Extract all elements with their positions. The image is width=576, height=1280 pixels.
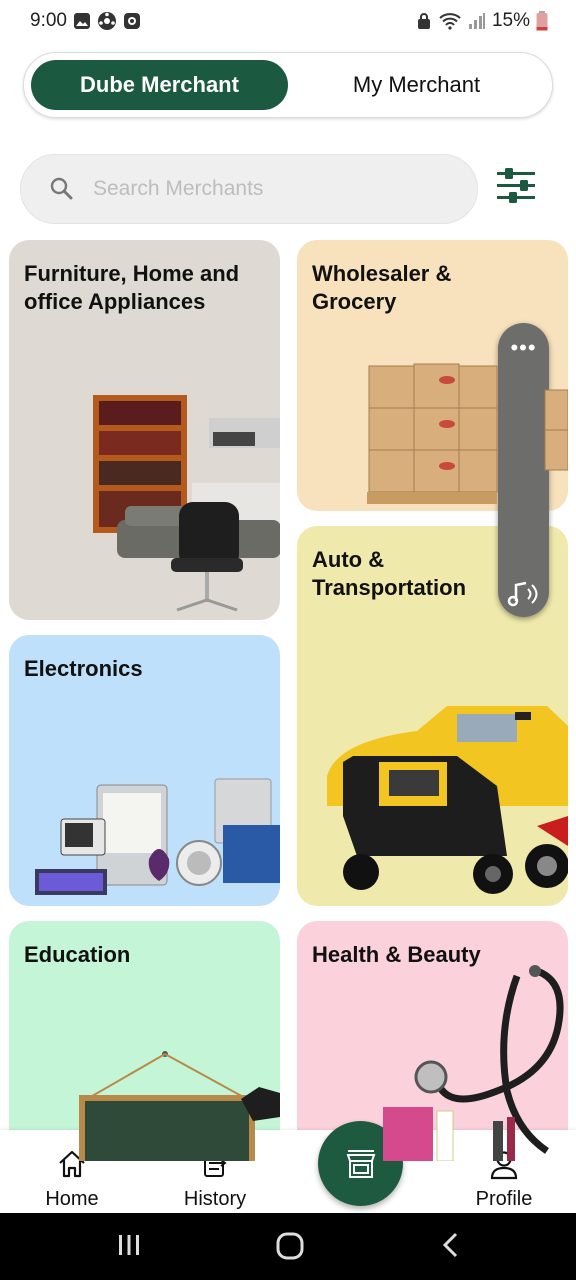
recent-apps-icon[interactable]	[115, 1231, 143, 1259]
wifi-icon	[438, 12, 462, 30]
nav-profile-label: Profile	[475, 1188, 533, 1210]
status-time: 9:00	[30, 10, 67, 31]
signal-icon	[468, 12, 486, 30]
category-card-health[interactable]: Health & Beauty	[297, 921, 568, 1161]
back-icon[interactable]	[438, 1231, 464, 1259]
app-screen: 9:00 15% Dube Merchant My Merchant Searc…	[0, 0, 576, 1280]
home-system-icon[interactable]	[275, 1231, 305, 1261]
category-label: Education	[24, 942, 131, 967]
camera-notification-icon	[123, 12, 141, 30]
nav-home-label: Home	[45, 1188, 99, 1210]
category-label: Electronics	[24, 656, 143, 681]
gallery-notification-icon	[73, 12, 91, 30]
category-label: Furniture, Home and office Appliances	[24, 261, 240, 314]
status-bar: 9:00 15%	[0, 0, 576, 42]
dube-merchant-tab[interactable]: Dube Merchant	[31, 60, 288, 110]
category-card-wholesaler[interactable]: Wholesaler & Grocery	[297, 240, 568, 511]
nav-history-label: History	[183, 1188, 247, 1210]
system-navigation-bar	[0, 1213, 576, 1280]
battery-percent: 15%	[491, 10, 530, 31]
search-placeholder: Search Merchants	[93, 177, 264, 200]
category-card-education[interactable]: Education	[9, 921, 280, 1161]
battery-icon	[536, 11, 548, 31]
search-icon	[50, 177, 73, 200]
search-input[interactable]: Search Merchants	[20, 154, 478, 224]
category-card-auto[interactable]: Auto & Transportation	[297, 526, 568, 906]
football-notification-icon	[97, 11, 117, 31]
category-card-electronics[interactable]: Electronics	[9, 635, 280, 906]
category-label: Auto & Transportation	[312, 547, 467, 600]
lock-icon	[416, 12, 432, 30]
category-label: Health & Beauty	[312, 942, 481, 967]
filter-icon[interactable]	[492, 162, 540, 210]
category-card-furniture[interactable]: Furniture, Home and office Appliances	[9, 240, 280, 620]
my-merchant-tab[interactable]: My Merchant	[288, 60, 545, 110]
merchant-toggle: Dube Merchant My Merchant	[23, 52, 553, 118]
category-label: Wholesaler & Grocery	[312, 261, 452, 314]
